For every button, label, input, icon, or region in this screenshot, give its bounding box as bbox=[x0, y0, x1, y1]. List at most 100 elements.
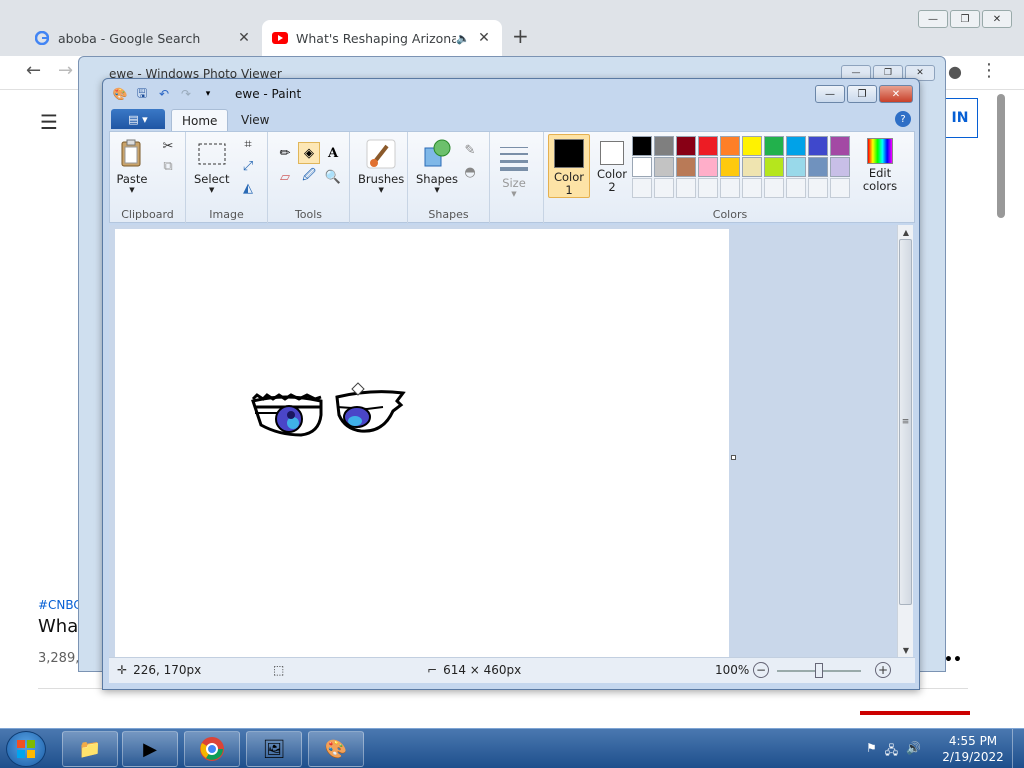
zoom-slider-thumb[interactable] bbox=[815, 663, 823, 678]
scroll-up-icon[interactable]: ▲ bbox=[898, 225, 914, 239]
subscribe-button-edge[interactable] bbox=[860, 711, 970, 715]
fill-icon[interactable]: ◈ bbox=[298, 142, 320, 164]
custom-color-slot[interactable] bbox=[676, 178, 696, 198]
custom-color-slot[interactable] bbox=[786, 178, 806, 198]
brushes-button[interactable]: Brushes ▼ bbox=[358, 138, 404, 194]
palette-color-swatch[interactable] bbox=[786, 136, 806, 156]
palette-color-swatch[interactable] bbox=[632, 157, 652, 177]
palette-color-swatch[interactable] bbox=[676, 136, 696, 156]
tab-google-search[interactable]: aboba - Google Search ✕ bbox=[24, 20, 262, 56]
forward-icon[interactable]: → bbox=[58, 60, 73, 81]
taskbar-explorer[interactable]: 📁 bbox=[62, 731, 118, 767]
chrome-menu-icon[interactable]: ⋮ bbox=[980, 60, 998, 81]
edit-colors-button[interactable]: Edit colors bbox=[858, 134, 902, 198]
palette-color-swatch[interactable] bbox=[764, 157, 784, 177]
magnifier-icon[interactable]: 🔍 bbox=[322, 166, 344, 188]
eraser-icon[interactable]: ▱ bbox=[274, 166, 296, 188]
palette-color-swatch[interactable] bbox=[698, 157, 718, 177]
taskbar-media-player[interactable]: ▶ bbox=[122, 731, 178, 767]
scroll-down-icon[interactable]: ▼ bbox=[898, 643, 914, 657]
drawing-canvas[interactable] bbox=[115, 229, 729, 657]
video-hashtag[interactable]: #CNBC bbox=[38, 598, 82, 612]
minimize-button[interactable]: — bbox=[918, 10, 948, 28]
restore-button[interactable]: ❐ bbox=[847, 85, 877, 103]
palette-color-swatch[interactable] bbox=[742, 157, 762, 177]
outline-icon[interactable]: ✎ bbox=[460, 140, 480, 160]
custom-color-slot[interactable] bbox=[808, 178, 828, 198]
custom-color-slot[interactable] bbox=[720, 178, 740, 198]
save-icon[interactable]: 🖫 bbox=[133, 85, 151, 103]
fill-shape-icon[interactable]: ◓ bbox=[460, 162, 480, 182]
canvas-resize-handle[interactable] bbox=[731, 455, 736, 460]
palette-color-swatch[interactable] bbox=[742, 136, 762, 156]
file-menu-button[interactable]: ▤ ▾ bbox=[111, 109, 165, 129]
custom-color-slot[interactable] bbox=[654, 178, 674, 198]
customize-quick-access-icon[interactable]: ▾ bbox=[199, 85, 217, 103]
tab-youtube[interactable]: What's Reshaping Arizona, N 🔈 ✕ bbox=[262, 20, 502, 56]
custom-color-slot[interactable] bbox=[698, 178, 718, 198]
cut-icon[interactable]: ✂ bbox=[158, 136, 178, 156]
palette-color-swatch[interactable] bbox=[786, 157, 806, 177]
new-tab-button[interactable]: + bbox=[512, 24, 529, 48]
palette-color-swatch[interactable] bbox=[830, 136, 850, 156]
palette-color-swatch[interactable] bbox=[698, 136, 718, 156]
palette-color-swatch[interactable] bbox=[830, 157, 850, 177]
help-icon[interactable]: ? bbox=[895, 111, 911, 127]
vertical-scrollbar[interactable]: ▲ ≡ ▼ bbox=[897, 225, 913, 657]
palette-color-swatch[interactable] bbox=[720, 157, 740, 177]
hamburger-menu-icon[interactable]: ☰ bbox=[40, 110, 58, 134]
text-icon[interactable]: A bbox=[322, 142, 344, 164]
profile-icon[interactable]: ● bbox=[948, 62, 962, 81]
network-icon[interactable]: 🖧 bbox=[885, 741, 898, 762]
color2-button[interactable]: Color 2 bbox=[592, 134, 632, 198]
close-button[interactable]: ✕ bbox=[879, 85, 913, 103]
copy-icon[interactable]: ⧉ bbox=[158, 156, 178, 176]
custom-color-slot[interactable] bbox=[830, 178, 850, 198]
tab-home[interactable]: Home bbox=[171, 109, 229, 131]
undo-icon[interactable]: ↶ bbox=[155, 85, 173, 103]
taskbar-photo-viewer[interactable]: 🖼 bbox=[246, 731, 302, 767]
resize-icon[interactable]: ⤢ bbox=[238, 156, 258, 176]
title-bar[interactable]: 🎨 🖫 ↶ ↷ ▾ ewe - Paint — ❐ ✕ bbox=[103, 79, 919, 109]
select-button[interactable]: Select ▼ bbox=[194, 138, 229, 194]
close-tab-icon[interactable]: ✕ bbox=[236, 30, 252, 46]
palette-color-swatch[interactable] bbox=[808, 136, 828, 156]
custom-color-slot[interactable] bbox=[764, 178, 784, 198]
palette-color-swatch[interactable] bbox=[764, 136, 784, 156]
shapes-button[interactable]: Shapes ▼ bbox=[416, 138, 458, 194]
start-button[interactable] bbox=[6, 731, 46, 767]
paste-button[interactable]: Paste ▼ bbox=[116, 138, 148, 194]
tab-view[interactable]: View bbox=[231, 109, 279, 131]
taskbar-paint[interactable]: 🎨 bbox=[308, 731, 364, 767]
close-button[interactable]: ✕ bbox=[982, 10, 1012, 28]
zoom-out-button[interactable]: − bbox=[753, 662, 769, 678]
page-scrollbar[interactable] bbox=[997, 94, 1005, 218]
color1-button[interactable]: Color 1 bbox=[548, 134, 590, 198]
clock[interactable]: 4:55 PM 2/19/2022 bbox=[938, 733, 1008, 765]
palette-color-swatch[interactable] bbox=[632, 136, 652, 156]
maximize-button[interactable]: ❐ bbox=[950, 10, 980, 28]
palette-color-swatch[interactable] bbox=[808, 157, 828, 177]
color-picker-icon[interactable]: 🖉 bbox=[298, 166, 320, 188]
taskbar-chrome[interactable] bbox=[184, 731, 240, 767]
scroll-thumb[interactable]: ≡ bbox=[899, 239, 912, 605]
show-desktop-button[interactable] bbox=[1012, 729, 1024, 768]
close-tab-icon[interactable]: ✕ bbox=[476, 30, 492, 46]
more-actions-icon[interactable]: •• bbox=[944, 652, 962, 668]
palette-color-swatch[interactable] bbox=[654, 157, 674, 177]
zoom-in-button[interactable]: + bbox=[875, 662, 891, 678]
paint-app-icon[interactable]: 🎨 bbox=[111, 85, 129, 103]
palette-color-swatch[interactable] bbox=[720, 136, 740, 156]
rotate-icon[interactable]: ◭ bbox=[238, 178, 258, 198]
back-icon[interactable]: ← bbox=[26, 60, 41, 81]
pencil-icon[interactable]: ✏ bbox=[274, 142, 296, 164]
palette-color-swatch[interactable] bbox=[654, 136, 674, 156]
custom-color-slot[interactable] bbox=[632, 178, 652, 198]
redo-icon[interactable]: ↷ bbox=[177, 85, 195, 103]
volume-icon[interactable]: 🔊 bbox=[906, 741, 921, 762]
size-button[interactable]: Size ▼ bbox=[498, 142, 530, 198]
custom-color-slot[interactable] bbox=[742, 178, 762, 198]
action-center-flag-icon[interactable]: ⚑ bbox=[866, 741, 877, 762]
speaker-icon[interactable]: 🔈 bbox=[456, 32, 470, 45]
palette-color-swatch[interactable] bbox=[676, 157, 696, 177]
